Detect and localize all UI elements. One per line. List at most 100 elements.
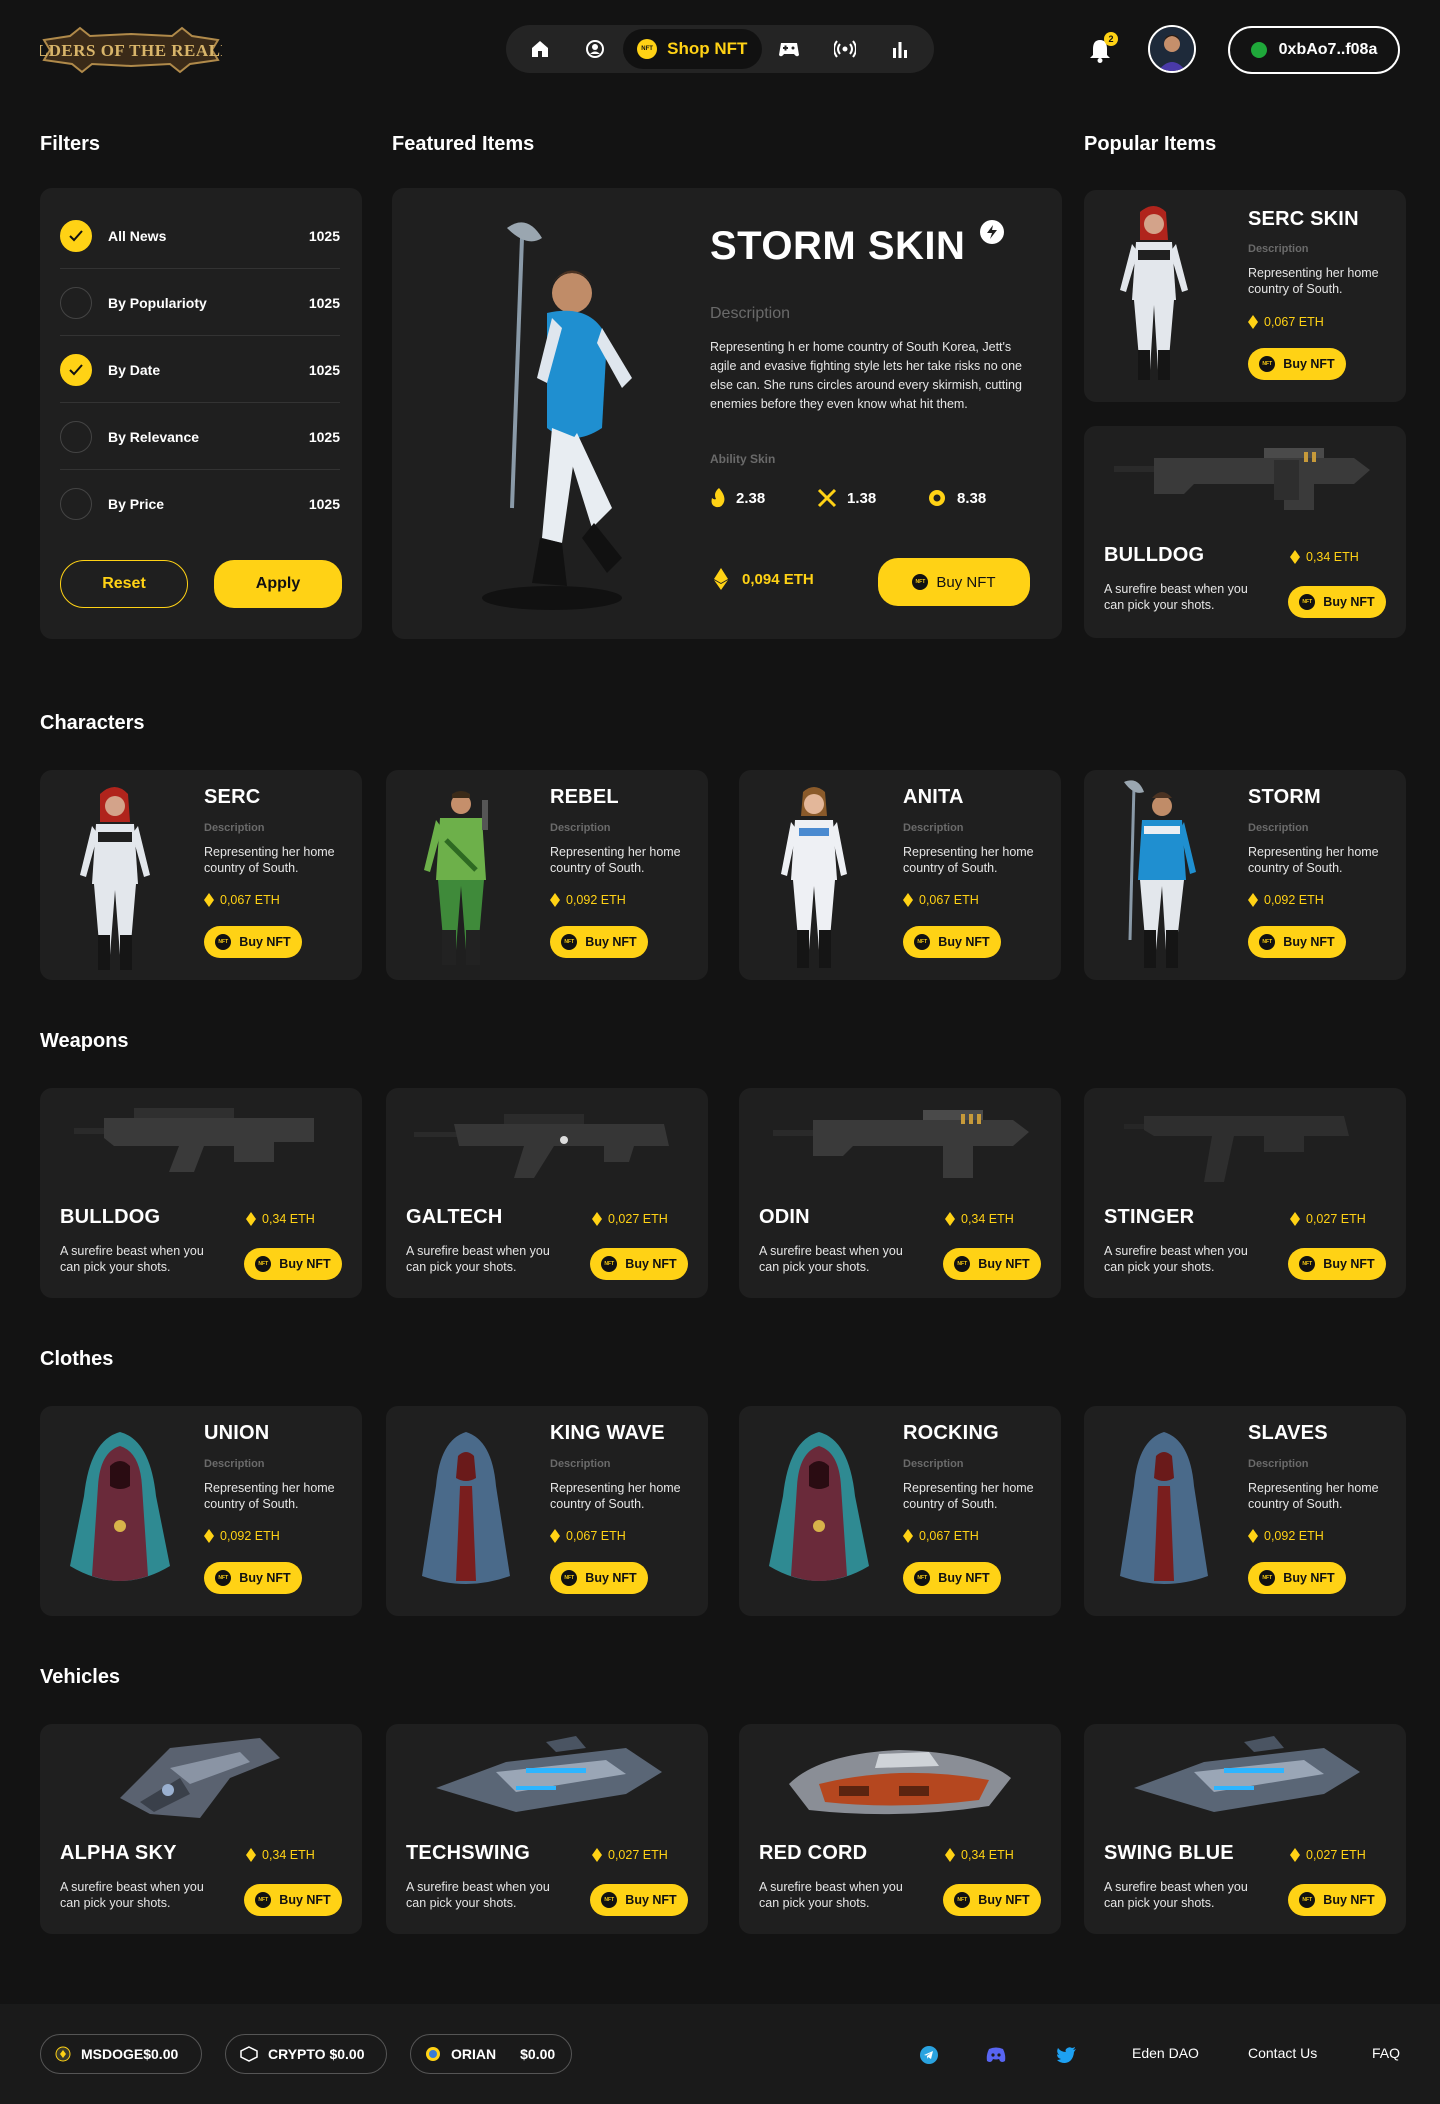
wallet-button[interactable]: 0xbAo7..f08a (1228, 26, 1400, 74)
card-desc-heading: Description (204, 822, 265, 834)
filter-by-price[interactable]: By Price 1025 (60, 471, 340, 537)
buy-nft-button[interactable]: NFT Buy NFT (550, 926, 648, 958)
weapon-card[interactable]: STINGER 0,027 ETH A surefire beast when … (1084, 1088, 1406, 1298)
nft-icon: NFT (1299, 594, 1316, 610)
card-description: A surefire beast when you can pick your … (60, 1880, 204, 1910)
checkbox-checked[interactable] (60, 219, 92, 252)
featured-title: STORM SKIN (710, 224, 966, 268)
checkbox-unchecked[interactable] (60, 286, 92, 319)
card-price: 0,092 ETH (1248, 1529, 1324, 1543)
ability-heading: Ability Skin (710, 452, 776, 466)
character-card[interactable]: REBEL Description Representing her home … (386, 770, 708, 980)
checkbox-checked[interactable] (60, 353, 92, 386)
notification-button[interactable]: 2 (1086, 32, 1118, 66)
nav-games[interactable] (762, 29, 817, 69)
buy-nft-button[interactable]: NFT Buy NFT (590, 1248, 688, 1280)
buy-nft-button[interactable]: NFT Buy NFT (590, 1884, 688, 1916)
eth-icon (1248, 315, 1258, 329)
coin-orian[interactable]: ORIAN $0.00 (410, 2034, 572, 2074)
buy-label: Buy NFT (938, 1571, 990, 1585)
ability-value: 8.38 (957, 489, 987, 507)
checkbox-unchecked[interactable] (60, 488, 92, 520)
price-value: 0,34 ETH (262, 1212, 315, 1226)
gamepad-icon (779, 43, 800, 57)
vehicle-card[interactable]: RED CORD 0,34 ETH A surefire beast when … (739, 1724, 1061, 1934)
character-card[interactable]: ANITA Description Representing her home … (739, 770, 1061, 980)
clothes-card[interactable]: ROCKING Description Representing her hom… (739, 1406, 1061, 1616)
vehicle-card[interactable]: TECHSWING 0,027 ETH A surefire beast whe… (386, 1724, 708, 1934)
checkbox-unchecked[interactable] (60, 420, 92, 453)
buy-nft-button[interactable]: NFT Buy NFT (1248, 926, 1346, 958)
vehicle-card[interactable]: ALPHA SKY 0,34 ETH A surefire beast when… (40, 1724, 362, 1934)
eth-icon (1248, 893, 1258, 907)
buy-nft-button[interactable]: NFT Buy NFT (943, 1248, 1041, 1280)
nav-shop-nft[interactable]: NFT Shop NFT (622, 29, 762, 69)
ability-shield: 8.38 (927, 488, 986, 508)
featured-buy-button[interactable]: NFT Buy NFT (878, 558, 1030, 606)
buy-nft-button[interactable]: NFT Buy NFT (1248, 1562, 1346, 1594)
card-title: KING WAVE (550, 1422, 665, 1444)
buy-nft-button[interactable]: NFT Buy NFT (1288, 586, 1386, 618)
footer-link-contact-us[interactable]: Contact Us (1248, 2045, 1317, 2061)
buy-nft-button[interactable]: NFT Buy NFT (550, 1562, 648, 1594)
footer-link-faq[interactable]: FAQ (1372, 2045, 1400, 2061)
character-card[interactable]: STORM Description Representing her home … (1084, 770, 1406, 980)
coin-msdoge[interactable]: MSDOGE$0.00 (40, 2034, 202, 2074)
character-card[interactable]: SERC Description Representing her home c… (40, 770, 362, 980)
nav-home[interactable] (512, 29, 567, 69)
twitter-link[interactable] (1056, 2047, 1076, 2068)
clothes-card[interactable]: UNION Description Representing her home … (40, 1406, 362, 1616)
nav-live[interactable] (817, 29, 872, 69)
card-price: 0,027 ETH (592, 1212, 668, 1226)
popular-item-bulldog[interactable]: BULLDOG 0,34 ETH A surefire beast when y… (1084, 426, 1406, 638)
clothes-card[interactable]: KING WAVE Description Representing her h… (386, 1406, 708, 1616)
card-price: 0,092 ETH (550, 893, 626, 907)
buy-nft-button[interactable]: NFT Buy NFT (903, 926, 1001, 958)
avatar[interactable] (1148, 25, 1196, 73)
discord-link[interactable] (986, 2047, 1006, 2068)
clothes-card[interactable]: SLAVES Description Representing her home… (1084, 1406, 1406, 1616)
buy-nft-button[interactable]: NFT Buy NFT (1288, 1884, 1386, 1916)
buy-nft-button[interactable]: NFT Buy NFT (1248, 348, 1346, 380)
buy-label: Buy NFT (585, 935, 637, 949)
card-desc-heading: Description (1248, 822, 1309, 834)
profile-icon (586, 40, 605, 58)
eth-icon (550, 1529, 560, 1543)
coin-label: CRYPTO $0.00 (268, 2046, 365, 2062)
weapon-card[interactable]: GALTECH 0,027 ETH A surefire beast when … (386, 1088, 708, 1298)
buy-nft-button[interactable]: NFT Buy NFT (244, 1884, 342, 1916)
apply-button[interactable]: Apply (214, 560, 342, 608)
filter-by-date[interactable]: By Date 1025 (60, 337, 340, 403)
nav-stats[interactable] (873, 29, 928, 69)
logo[interactable]: ELDERS OF THE REALM (25, 22, 237, 78)
telegram-link[interactable] (920, 2046, 938, 2069)
filter-by-popularity[interactable]: By Populariоty 1025 (60, 270, 340, 336)
weapon-image (773, 1102, 1033, 1192)
featured-card: STORM SKIN Description Representing h er… (392, 188, 1062, 639)
footer-link-eden-dao[interactable]: Eden DAO (1132, 2045, 1199, 2061)
nav-shop-label: Shop NFT (667, 39, 748, 58)
orian-coin-icon (426, 2047, 440, 2061)
buy-nft-button[interactable]: NFT Buy NFT (1288, 1248, 1386, 1280)
buy-nft-button[interactable]: NFT Buy NFT (204, 926, 302, 958)
card-title: RED CORD (759, 1842, 868, 1864)
price-value: 0,34 ETH (262, 1848, 315, 1862)
popular-item-serc-skin[interactable]: SERC SKIN Description Representing her h… (1084, 190, 1406, 402)
eth-icon (903, 893, 913, 907)
buy-nft-button[interactable]: NFT Buy NFT (204, 1562, 302, 1594)
broadcast-icon (833, 40, 856, 58)
vehicle-card[interactable]: SWING BLUE 0,027 ETH A surefire beast wh… (1084, 1724, 1406, 1934)
filter-label: All News (108, 227, 167, 244)
weapon-card[interactable]: ODIN 0,34 ETH A surefire beast when you … (739, 1088, 1061, 1298)
filter-all-news[interactable]: All News 1025 (60, 203, 340, 269)
filter-by-relevance[interactable]: By Relevance 1025 (60, 404, 340, 470)
buy-nft-button[interactable]: NFT Buy NFT (903, 1562, 1001, 1594)
reset-button[interactable]: Reset (60, 560, 188, 608)
buy-nft-button[interactable]: NFT Buy NFT (244, 1248, 342, 1280)
coin-crypto[interactable]: CRYPTO $0.00 (225, 2034, 387, 2074)
buy-nft-button[interactable]: NFT Buy NFT (943, 1884, 1041, 1916)
weapon-card[interactable]: BULLDOG 0,34 ETH A surefire beast when y… (40, 1088, 362, 1298)
price-value: 0,34 ETH (961, 1212, 1014, 1226)
discord-icon (986, 2047, 1006, 2062)
nav-profile[interactable] (567, 29, 622, 69)
